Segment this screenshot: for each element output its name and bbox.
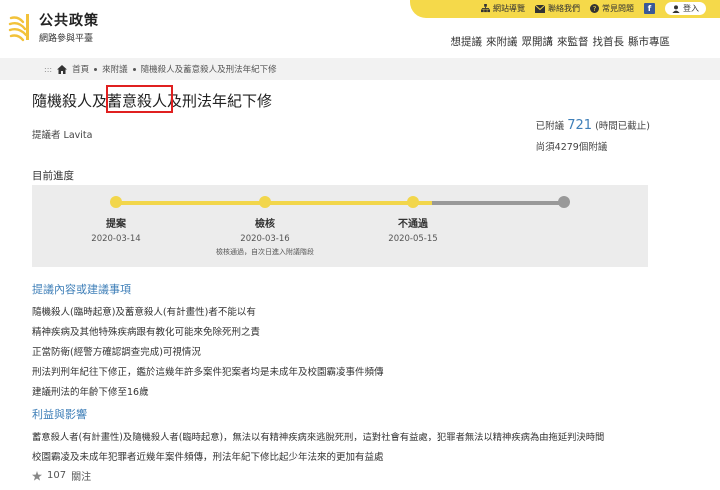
breadcrumb-separator xyxy=(94,67,98,71)
stage-date: 2020-03-16 xyxy=(240,234,290,244)
stage-date: 2020-03-14 xyxy=(91,234,141,244)
content-line: 精神疾病及其他特殊疾病跟有教化可能來免除死刑之責 xyxy=(32,327,261,338)
benefits-line: 蓄意殺人者(有計畫性)及隨機殺人者(臨時起意)，無法以有精神疾病來逃脫死刑，這對… xyxy=(32,432,605,443)
progress-line-done xyxy=(116,201,432,205)
nav-propose[interactable]: 想提議 xyxy=(451,34,483,49)
progress-title: 目前進度 xyxy=(32,170,74,182)
stage-dot-end xyxy=(558,196,570,208)
breadcrumb-separator xyxy=(132,67,136,71)
sitemap-label: 網站導覽 xyxy=(493,4,525,13)
stage-review: 檢核 2020-03-16 檢核通過，自次日進入附議階段 xyxy=(205,215,325,257)
progress-tracker: 提案 2020-03-14 檢核 2020-03-16 檢核通過，自次日進入附議… xyxy=(32,185,648,267)
stage-date: 2020-05-15 xyxy=(388,234,438,244)
user-icon xyxy=(672,4,680,13)
faq-label: 常見問題 xyxy=(602,4,634,13)
star-icon xyxy=(32,470,42,481)
endorse-count: 721 xyxy=(567,118,593,133)
logo-mark-icon xyxy=(8,14,29,42)
highlight-box xyxy=(106,85,173,113)
login-label: 登入 xyxy=(683,4,699,13)
stage-dot-rejected xyxy=(407,196,419,208)
breadcrumb: ::: 首頁 來附議 隨機殺人及蓄意殺人及刑法年紀下修 xyxy=(0,58,720,80)
endorse-status: (時間已截止) xyxy=(595,121,650,132)
contact-label: 聯絡我們 xyxy=(548,4,580,13)
site-logo[interactable]: 公共政策 網路參與平臺 xyxy=(8,10,99,44)
content-line: 刑法判刑年紀往下修正，鑑於這幾年許多案件犯案者均是未成年及校園霸凌事件頻傳 xyxy=(32,367,384,378)
login-button[interactable]: 登入 xyxy=(665,2,706,15)
stage-dot-review xyxy=(259,196,271,208)
sitemap-link[interactable]: 網站導覽 xyxy=(481,3,525,14)
follow-label: 關注 xyxy=(71,472,92,483)
content-line: 建議刑法的年齡下修至16歲 xyxy=(32,387,149,398)
help-icon: ? xyxy=(590,4,599,13)
stage-propose: 提案 2020-03-14 xyxy=(56,215,176,244)
breadcrumb-section[interactable]: 來附議 xyxy=(102,63,128,75)
site-name: 公共政策 xyxy=(39,13,99,29)
sitemap-icon xyxy=(481,4,490,13)
mail-icon xyxy=(535,4,545,13)
content-line: 隨機殺人(臨時起意)及蓄意殺人(有計畫性)者不能以有 xyxy=(32,307,256,318)
follow-count: 107 xyxy=(47,470,67,481)
accesskey-marker: ::: xyxy=(44,64,53,74)
nav-monitor[interactable]: 來監督 xyxy=(557,34,589,49)
home-icon xyxy=(57,64,68,74)
main-nav: 想提議 來附議 眾開講 來監督 找首長 縣市專區 xyxy=(451,34,671,49)
breadcrumb-home[interactable]: 首頁 xyxy=(72,63,89,75)
top-utility-bar: 網站導覽 聯絡我們 ? 常見問題 f 登入 xyxy=(410,0,720,18)
stage-dot-propose xyxy=(110,196,122,208)
stage-rejected: 不通過 2020-05-15 xyxy=(353,215,473,244)
title-part-1: 隨機殺人及 xyxy=(32,92,108,110)
benefits-line: 校園霸凌及未成年犯罪者近幾年案件頻傳，刑法年紀下修比起少年法來的更加有益處 xyxy=(32,452,384,463)
endorse-prefix: 已附議 xyxy=(535,121,565,132)
site-header: 網站導覽 聯絡我們 ? 常見問題 f 登入 公共政策 網路參與平臺 想提議 來附… xyxy=(0,0,720,58)
endorsement-stats: 已附議 721 (時間已截止) 尚須4279個附議 xyxy=(536,118,650,153)
follow-button[interactable]: 107 關注 xyxy=(32,468,91,483)
benefits-heading: 利益與影響 xyxy=(32,408,87,421)
proposer: 提議者 Lavita xyxy=(32,130,93,141)
content-line: 正當防衛(經警方確認調查完成)可視情況 xyxy=(32,347,201,358)
breadcrumb-current: 隨機殺人及蓄意殺人及刑法年紀下修 xyxy=(140,65,277,75)
stage-name: 提案 xyxy=(106,219,126,230)
nav-officials[interactable]: 找首長 xyxy=(593,34,625,49)
progress-line-remaining xyxy=(432,201,564,205)
stage-name: 不通過 xyxy=(398,219,428,230)
contact-link[interactable]: 聯絡我們 xyxy=(535,3,580,14)
nav-discuss[interactable]: 眾開講 xyxy=(522,34,554,49)
stage-note: 檢核通過，自次日進入附議階段 xyxy=(216,248,314,256)
endorse-needed: 尚須4279個附議 xyxy=(535,142,608,153)
site-subname: 網路參與平臺 xyxy=(39,34,94,44)
title-part-3: 及刑法年紀下修 xyxy=(167,92,273,110)
svg-text:?: ? xyxy=(593,4,597,13)
nav-endorse[interactable]: 來附議 xyxy=(486,34,518,49)
facebook-icon[interactable]: f xyxy=(644,3,655,14)
nav-counties[interactable]: 縣市專區 xyxy=(628,34,670,49)
content-heading: 提議內容或建議事項 xyxy=(32,283,131,296)
stage-name: 檢核 xyxy=(255,219,275,230)
faq-link[interactable]: ? 常見問題 xyxy=(590,3,634,14)
